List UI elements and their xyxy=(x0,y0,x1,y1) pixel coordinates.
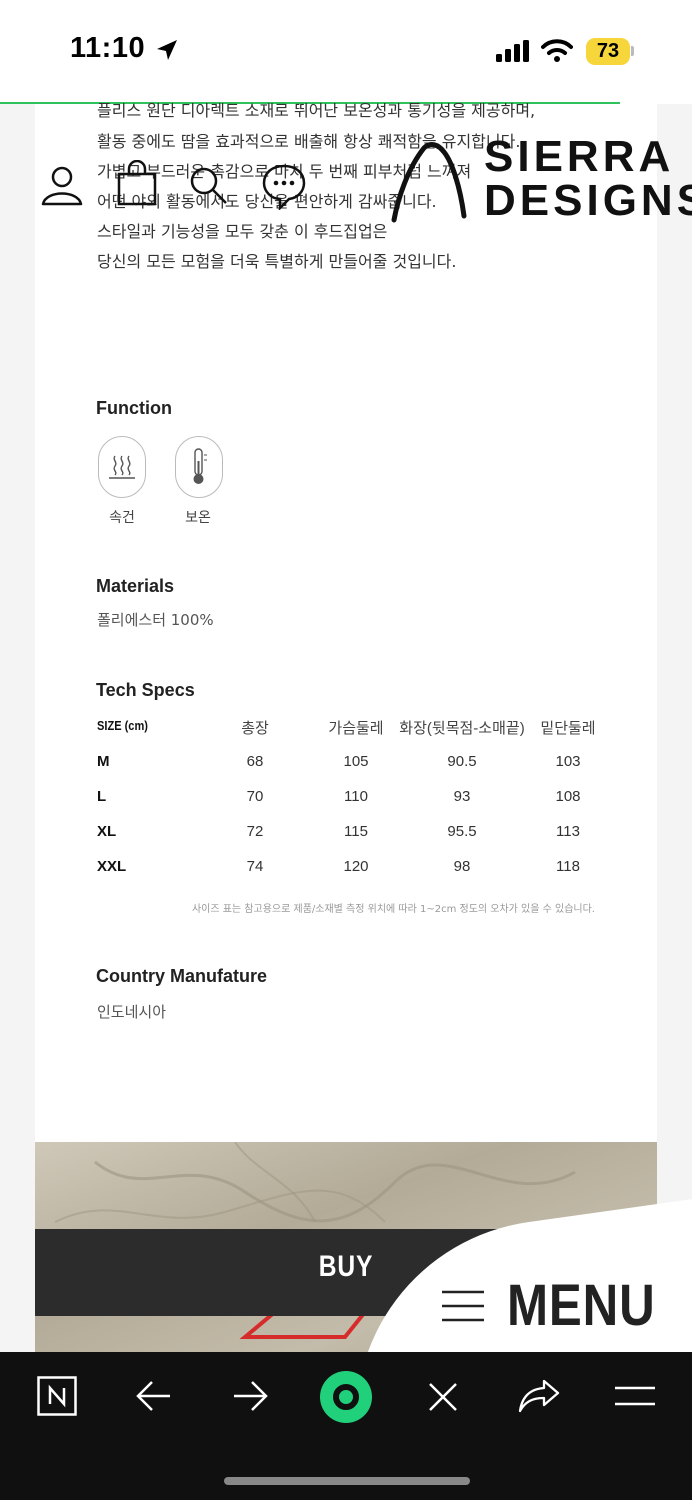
spec-header: 총장 xyxy=(241,720,269,737)
location-arrow-icon xyxy=(157,40,177,60)
spec-header: 밑단둘레 xyxy=(540,720,596,737)
materials-value: 폴리에스터 100% xyxy=(97,611,214,629)
function-label: 보온 xyxy=(185,510,211,526)
spec-cell: 95.5 xyxy=(447,823,477,840)
brand-line-1: SIERRA xyxy=(484,132,675,181)
share-icon[interactable] xyxy=(518,1379,560,1413)
chat-icon[interactable] xyxy=(260,162,308,210)
spec-cell: 105 xyxy=(343,753,369,770)
naver-n-icon[interactable] xyxy=(37,1376,77,1416)
spec-cell: 103 xyxy=(555,753,581,770)
spec-cell: 110 xyxy=(344,788,368,805)
description-line: 당신의 모든 모험을 더욱 특별하게 만들어줄 것입니다. xyxy=(97,252,457,271)
country-value: 인도네시아 xyxy=(97,1003,167,1021)
spec-cell: 74 xyxy=(246,858,264,875)
spec-row-size: M xyxy=(97,753,110,770)
brand-line-2: DESIGNS xyxy=(484,176,692,225)
spec-cell: 98 xyxy=(453,858,471,875)
spec-header: 화장(뒷목점-소매끝) xyxy=(399,720,525,737)
function-item-quick-dry xyxy=(98,436,146,498)
spec-header-size: SIZE (cm) xyxy=(97,718,148,733)
wifi-icon xyxy=(541,39,573,62)
spec-row-size: L xyxy=(97,788,107,805)
back-arrow-icon[interactable] xyxy=(136,1380,172,1412)
close-icon[interactable] xyxy=(427,1381,459,1413)
spec-cell: 72 xyxy=(246,823,264,840)
status-time: 11:10 xyxy=(70,32,146,64)
battery-cap xyxy=(631,46,634,56)
tech-specs-title: Tech Specs xyxy=(96,680,195,700)
description-line: 스타일과 기능성을 모두 갖춘 이 후드집업은 xyxy=(97,222,388,241)
spec-header: 가슴둘레 xyxy=(328,720,384,737)
battery-indicator: 73 xyxy=(586,38,630,65)
home-indicator xyxy=(224,1477,470,1485)
menu-label[interactable]: MENU xyxy=(507,1272,656,1339)
spec-cell: 120 xyxy=(343,858,369,875)
quick-dry-icon xyxy=(109,455,135,479)
spec-cell: 70 xyxy=(246,788,264,805)
function-title: Function xyxy=(96,398,172,418)
forward-arrow-icon[interactable] xyxy=(232,1380,268,1412)
spec-cell: 108 xyxy=(555,788,581,805)
thermometer-icon xyxy=(193,448,207,484)
spec-row-size: XXL xyxy=(97,858,127,875)
menu-hamburger-icon[interactable] xyxy=(440,1288,486,1324)
spec-cell: 113 xyxy=(556,823,580,840)
materials-title: Materials xyxy=(96,576,175,596)
spec-cell: 90.5 xyxy=(447,753,477,770)
user-icon[interactable] xyxy=(40,163,84,207)
spec-cell: 118 xyxy=(556,858,580,875)
spec-row-size: XL xyxy=(97,823,117,840)
hamburger-icon[interactable] xyxy=(614,1384,656,1410)
function-label: 속건 xyxy=(109,510,135,526)
record-icon[interactable] xyxy=(319,1370,373,1424)
shopping-bag-icon[interactable] xyxy=(115,160,159,208)
function-item-warmth xyxy=(175,436,223,498)
spec-cell: 68 xyxy=(246,753,264,770)
signal-icon xyxy=(496,40,529,62)
brand-logo[interactable]: SIERRA DESIGNS xyxy=(484,135,692,223)
country-title: Country Manufature xyxy=(96,966,267,986)
search-icon[interactable] xyxy=(186,163,230,207)
mountain-logo-icon xyxy=(391,142,467,223)
spec-cell: 115 xyxy=(344,823,368,840)
size-chart-note: 사이즈 표는 참고용으로 제품/소재별 측정 위치에 따라 1~2cm 정도의 … xyxy=(191,904,595,915)
spec-cell: 93 xyxy=(453,788,471,805)
